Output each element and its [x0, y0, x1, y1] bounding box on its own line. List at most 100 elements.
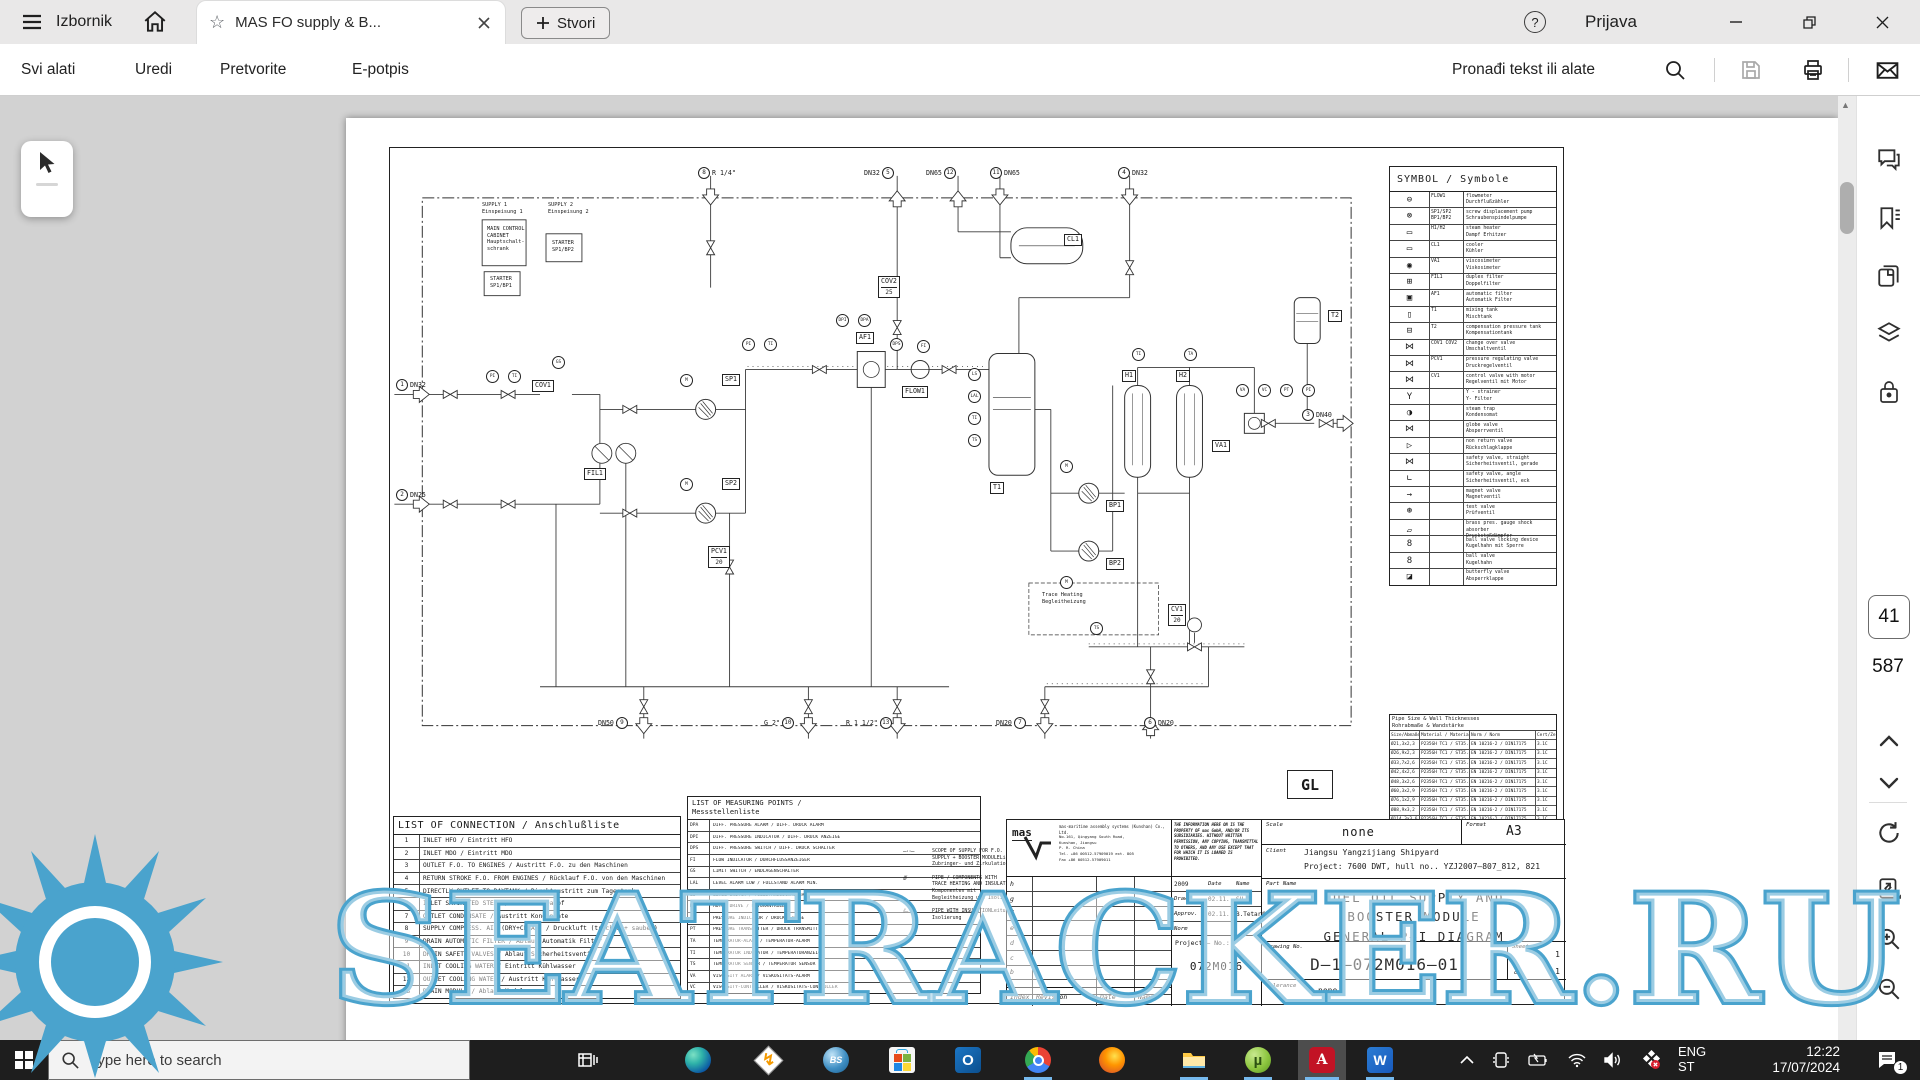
drawing-annotation: PCV120 [708, 546, 730, 568]
zoom-in-icon[interactable] [1874, 924, 1904, 954]
protect-icon[interactable] [1874, 377, 1904, 407]
legend-symbol-icon: ∟ [1390, 471, 1430, 487]
tray-chevron-icon[interactable] [1452, 1040, 1482, 1080]
tray-volume-icon[interactable] [1598, 1040, 1628, 1080]
pipe-size-table: Pipe Size & Wall Thicknesses Rohrabmaße … [1389, 714, 1557, 825]
drawing-annotation: DN207 [994, 712, 1026, 731]
tray-tablet-icon[interactable] [1486, 1040, 1516, 1080]
drawing-annotation: TI [508, 370, 521, 383]
drawing-annotation: AF1 [856, 332, 874, 344]
tray-battery-icon[interactable] [1522, 1040, 1552, 1080]
tab-convert[interactable]: Pretvorite [220, 44, 286, 96]
start-button[interactable] [0, 1040, 48, 1080]
minimize-button[interactable] [1713, 0, 1759, 44]
connection-row: 5DIRECTLY OUTLET TO DAYTANK / Direktaust… [394, 885, 680, 898]
pipe-table-header: Size/AbmaßeMaterial / Material Norm / No… [1390, 731, 1556, 740]
tray-language[interactable]: ENG ST [1678, 1040, 1722, 1080]
taskbar-app-outlook[interactable]: O [946, 1040, 990, 1080]
rotate-icon[interactable] [1874, 818, 1904, 848]
drawing-no: D–1–072M016–01 [1262, 955, 1507, 974]
tab-edit[interactable]: Uredi [135, 44, 172, 96]
home-icon[interactable] [142, 8, 170, 36]
legend-row: 8 ball valve locking deviceKugelhahn mit… [1390, 536, 1556, 552]
page-number-input[interactable]: 41 [1868, 595, 1910, 639]
search-icon [61, 1051, 79, 1069]
tab-esign[interactable]: E-potpis [352, 44, 409, 96]
floating-tool-panel[interactable] [21, 141, 73, 217]
tray-sync-error-icon[interactable] [1636, 1040, 1666, 1080]
taskbar-app-acrobat[interactable]: A [1298, 1040, 1346, 1080]
revision-row: h [1007, 877, 1171, 892]
find-text-label[interactable]: Pronađi tekst ili alate [1452, 44, 1595, 96]
drawing-annotation: 3DN40 [1302, 404, 1334, 423]
create-button[interactable]: Stvori [521, 7, 610, 39]
taskbar-app-chrome[interactable] [1016, 1040, 1060, 1080]
tab-close-icon[interactable] [475, 14, 493, 32]
layers-icon[interactable] [1874, 318, 1904, 348]
drawing-annotation: SP1 [722, 374, 740, 386]
document-tab[interactable]: ☆ MAS FO supply & B... [196, 0, 506, 44]
sidebar-divider [1869, 802, 1907, 803]
legend-symbol-icon: ◉ [1390, 258, 1430, 274]
drawing-annotation: TI [764, 338, 777, 351]
legend-row: ⊖ FLOW1 flowmeterDurchflußzähler [1390, 192, 1556, 208]
taskbar-app-file-explorer[interactable] [1172, 1040, 1216, 1080]
cursor-tool-icon[interactable] [36, 151, 58, 175]
help-icon[interactable]: ? [1524, 11, 1546, 33]
legend-row: ▭ CL1 coolerKühler [1390, 241, 1556, 257]
bookmarks-icon[interactable] [1874, 203, 1904, 233]
tray-clock[interactable]: 12:22 17/07/2024 [1736, 1040, 1840, 1080]
taskbar-app-edge[interactable] [676, 1040, 720, 1080]
revision-row: f [1007, 907, 1171, 922]
symbol-legend: SYMBOL / Symbole ⊖ FLOW1 flowmeterDurchf… [1389, 166, 1557, 586]
taskbar-app-store[interactable] [880, 1040, 924, 1080]
scroll-up-arrow[interactable]: ▲ [1841, 100, 1850, 110]
connection-row: 9DRAIN AUTOMATIC FILTER / Ablauf Automat… [394, 936, 680, 949]
connection-row: 12OUTLET COOLING WATER / Austritt Kühlwa… [394, 974, 680, 987]
drawing-annotation: T1 [990, 482, 1004, 494]
pages-icon[interactable] [1874, 261, 1904, 291]
legend-row: ⊞ FIL1 duplex filterDoppelfilter [1390, 274, 1556, 290]
drawing-annotation: PT [1280, 384, 1293, 397]
mail-icon[interactable] [1874, 57, 1900, 83]
menu-icon[interactable] [20, 10, 46, 34]
taskbar-app-winamp[interactable]: ↯ [746, 1040, 790, 1080]
favorite-star-icon[interactable]: ☆ [209, 12, 225, 33]
comments-icon[interactable] [1874, 144, 1904, 174]
tray-wifi-icon[interactable] [1562, 1040, 1592, 1080]
legend-symbol-icon: 8 [1390, 553, 1430, 569]
vertical-scrollbar[interactable]: ▲ [1838, 96, 1856, 1040]
scrollbar-thumb[interactable] [1840, 182, 1854, 234]
next-page-icon[interactable] [1874, 768, 1904, 798]
connection-row: 4RETURN STROKE F.O. FROM ENGINES / Rückl… [394, 873, 680, 886]
previous-page-icon[interactable] [1874, 726, 1904, 756]
close-button[interactable] [1859, 0, 1905, 44]
task-view-button[interactable] [566, 1040, 610, 1080]
legend-row: ▷ non return valveRückschlagklappe [1390, 438, 1556, 454]
drawing-annotation: M [680, 478, 693, 491]
notification-center-button[interactable]: 1 [1862, 1040, 1912, 1080]
print-icon[interactable] [1800, 57, 1826, 83]
taskbar-app-utorrent[interactable]: µ [1236, 1040, 1280, 1080]
taskbar-app-firefox[interactable] [1090, 1040, 1134, 1080]
legend-symbol-icon: 8 [1390, 536, 1430, 552]
save-icon[interactable] [1738, 57, 1764, 83]
taskbar-search[interactable]: Type here to search [48, 1040, 470, 1080]
legend-row: ▯ T1 mixing tankMischtank [1390, 307, 1556, 323]
search-icon[interactable] [1662, 57, 1688, 83]
drawing-annotation: PI [486, 370, 499, 383]
legend-row: ⋈ COV1 COV2 change over valveUmschaltven… [1390, 340, 1556, 356]
taskbar-app-bsplayer[interactable]: BS [814, 1040, 858, 1080]
menu-label[interactable]: Izbornik [56, 0, 112, 44]
project-no: 072M016 [1172, 960, 1261, 973]
legend-symbol-icon: ▯ [1390, 307, 1430, 323]
tab-all-tools[interactable]: Svi alati [21, 44, 75, 96]
revision-row: b [1007, 966, 1171, 981]
fit-page-icon[interactable] [1874, 874, 1904, 904]
restore-button[interactable] [1786, 0, 1832, 44]
drawing-annotation: T2 [1328, 310, 1342, 322]
zoom-out-icon[interactable] [1874, 974, 1904, 1004]
title-block: mas mas-maritime assembly systems (Kunsh… [1006, 819, 1565, 1005]
taskbar-app-word[interactable]: W [1358, 1040, 1402, 1080]
signin-button[interactable]: Prijava [1585, 0, 1637, 44]
